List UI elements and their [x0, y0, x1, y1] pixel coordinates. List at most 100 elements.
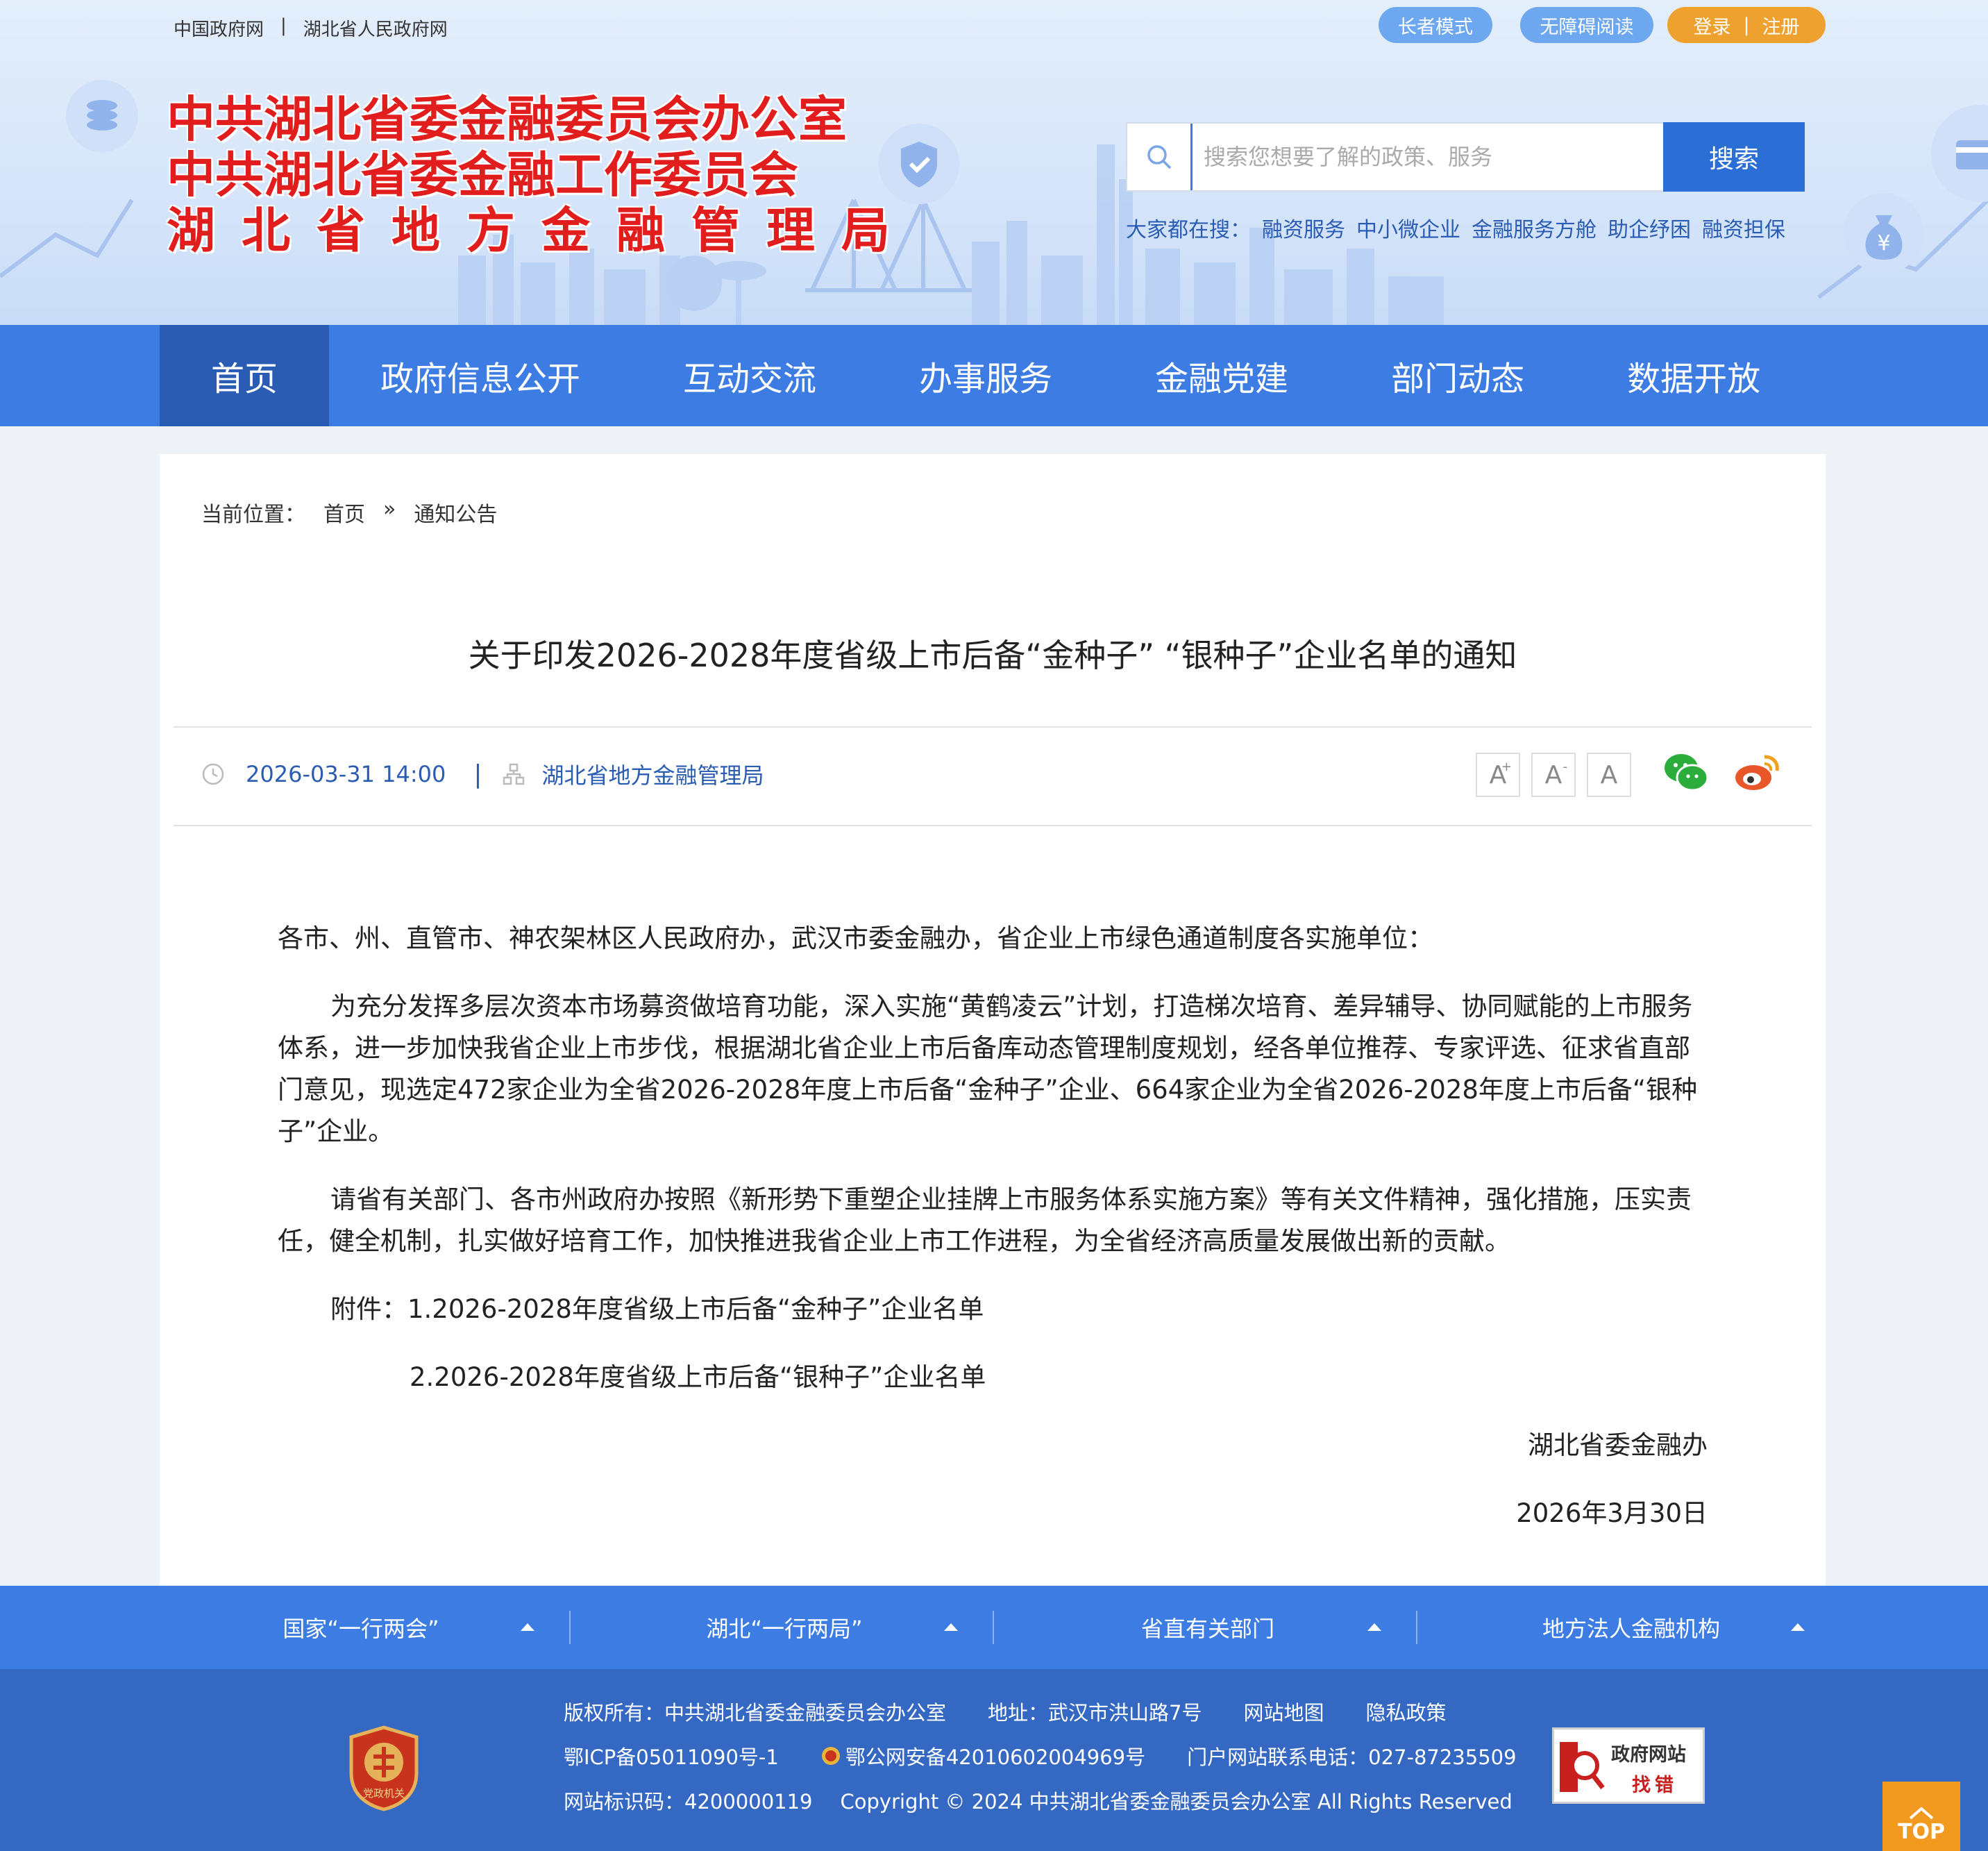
caret-up-icon	[1367, 1623, 1381, 1631]
sitemap-link[interactable]: 网站地图	[1243, 1697, 1324, 1726]
attachment-link[interactable]: 附件：1.2026-2028年度省级上市后备“金种子”企业名单	[278, 1289, 1708, 1330]
caret-up-icon	[1791, 1623, 1805, 1631]
breadcrumb-label: 当前位置：	[201, 503, 305, 527]
font-default-button[interactable]: A	[1587, 753, 1631, 797]
login-link[interactable]: 登录	[1693, 12, 1730, 39]
money-bag-icon: ¥	[1844, 193, 1924, 274]
top-link-separator: |	[280, 15, 287, 36]
footer-dropdown-provincial[interactable]: 省直有关部门	[1006, 1586, 1409, 1669]
copyright: 版权所有：中共湖北省委金融委员会办公室	[564, 1701, 947, 1725]
weibo-icon[interactable]	[1733, 751, 1781, 793]
divider	[174, 726, 1812, 728]
article-meta: 2026-03-31 14:00 | 湖北省地方金融管理局	[201, 750, 764, 798]
divider	[1416, 1611, 1417, 1644]
card-icon	[1931, 105, 1988, 202]
publish-datetime: 2026-03-31 14:00	[246, 761, 446, 787]
font-smaller-label: A	[1544, 760, 1562, 789]
hot-search-label: 大家都在搜：	[1126, 218, 1251, 242]
site-logo[interactable]: 中共湖北省委金融委员会办公室 中共湖北省委金融工作委员会 湖北省地方金融管理局	[167, 92, 916, 258]
search-input[interactable]	[1193, 124, 1663, 190]
footer-dropdown-label: 湖北“一行两局”	[706, 1616, 863, 1642]
footer-dropdown-hubei[interactable]: 湖北“一行两局”	[583, 1586, 986, 1669]
hot-search-item[interactable]: 融资担保	[1702, 212, 1785, 243]
nav-gov-info[interactable]: 政府信息公开	[329, 325, 632, 426]
top-link-gov-cn[interactable]: 中国政府网	[174, 15, 264, 41]
login-register-group: 登录 | 注册	[1667, 7, 1826, 43]
badge-text: 党政机关	[363, 1787, 405, 1800]
police-record-text: 鄂公网安备42010602004969号	[845, 1745, 1146, 1769]
breadcrumb-home[interactable]: 首页	[323, 497, 365, 528]
login-separator: |	[1743, 14, 1750, 36]
breadcrumb-current[interactable]: 通知公告	[414, 497, 497, 528]
zhaocuo-title: 政府网站	[1611, 1744, 1686, 1766]
address: 地址：武汉市洪山路7号	[988, 1701, 1202, 1725]
wechat-icon[interactable]	[1663, 751, 1709, 793]
hot-search-item[interactable]: 中小微企业	[1356, 212, 1460, 243]
salutation: 各市、州、直管市、神农架林区人民政府办，武汉市委金融办，省企业上市绿色通道制度各…	[278, 923, 1433, 953]
divider	[993, 1611, 994, 1644]
meta-separator: |	[473, 760, 482, 789]
nav-dept-news[interactable]: 部门动态	[1340, 325, 1576, 426]
footer-dropdown-national[interactable]: 国家“一行两会”	[160, 1586, 562, 1669]
main-nav: 首页 政府信息公开 互动交流 办事服务 金融党建 部门动态 数据开放	[0, 325, 1988, 426]
back-to-top-button[interactable]: TOP	[1882, 1782, 1960, 1851]
footer-dropdown-local-finance[interactable]: 地方法人金融机构	[1430, 1586, 1833, 1669]
nav-interaction[interactable]: 互动交流	[632, 325, 868, 426]
attachment-link[interactable]: 2.2026-2028年度省级上市后备“银种子”企业名单	[278, 1357, 1708, 1398]
police-record[interactable]: 鄂公网安备42010602004969号	[820, 1741, 1145, 1770]
logo-line-1: 中共湖北省委金融委员会办公室	[167, 91, 847, 148]
search-button[interactable]: 搜索	[1663, 122, 1805, 192]
magnifier-icon	[1560, 1742, 1605, 1792]
nav-home[interactable]: 首页	[160, 325, 329, 426]
search-bar: 搜索	[1126, 122, 1806, 192]
share-buttons	[1663, 751, 1781, 793]
coin-icon	[66, 80, 138, 152]
party-gov-badge[interactable]: 党政机关	[347, 1725, 421, 1812]
accessible-reading-button[interactable]: 无障碍阅读	[1520, 7, 1653, 43]
hot-search-item[interactable]: 金融服务方舱	[1472, 212, 1597, 243]
font-larger-button[interactable]: A +	[1476, 753, 1520, 797]
footer-row-3: 网站标识码：4200000119 Copyright © 2024 中共湖北省委…	[564, 1786, 1513, 1815]
font-smaller-button[interactable]: A-	[1531, 753, 1576, 797]
back-to-top-label: TOP	[1898, 1820, 1945, 1844]
top-link-hubei-gov[interactable]: 湖北省人民政府网	[303, 15, 448, 41]
footer-dropdown-label: 地方法人金融机构	[1542, 1616, 1720, 1642]
site-header: 中国政府网 | 湖北省人民政府网 长者模式 无障碍阅读 登录 | 注册 ¥ 中共…	[0, 0, 1988, 325]
divider	[174, 825, 1812, 826]
icp-link[interactable]: 鄂ICP备05011090号-1	[564, 1741, 779, 1770]
clock-icon	[202, 763, 224, 785]
chevron-up-icon	[1909, 1807, 1934, 1820]
elder-mode-button[interactable]: 长者模式	[1379, 7, 1492, 43]
breadcrumb: 当前位置： 首页 » 通知公告	[201, 497, 497, 528]
nav-party[interactable]: 金融党建	[1104, 325, 1340, 426]
divider	[569, 1611, 571, 1644]
top-links: 中国政府网 | 湖北省人民政府网	[174, 15, 448, 41]
nav-open-data[interactable]: 数据开放	[1576, 325, 1812, 426]
hot-search-item[interactable]: 融资服务	[1262, 212, 1345, 243]
zhaocuo-subtitle: 找错	[1632, 1775, 1678, 1796]
sign-date: 2026年3月30日	[1516, 1498, 1708, 1528]
hot-search-item[interactable]: 助企纾困	[1608, 212, 1691, 243]
search-box	[1126, 122, 1663, 192]
hot-search: 大家都在搜： 融资服务 中小微企业 金融服务方舱 助企纾困 融资担保	[1126, 212, 1785, 243]
nav-services[interactable]: 办事服务	[868, 325, 1104, 426]
privacy-link[interactable]: 隐私政策	[1365, 1697, 1446, 1726]
footer-dropdown-label: 省直有关部门	[1140, 1616, 1274, 1642]
svg-text:¥: ¥	[1877, 231, 1890, 256]
footer-row-1: 版权所有：中共湖北省委金融委员会办公室 地址：武汉市洪山路7号 网站地图 隐私政…	[564, 1697, 1447, 1726]
footer-link-bar: 国家“一行两会” 湖北“一行两局” 省直有关部门 地方法人金融机构	[0, 1586, 1988, 1669]
gov-site-error-report[interactable]: 政府网站 找错	[1552, 1727, 1705, 1804]
caret-up-icon	[944, 1623, 958, 1631]
org-icon	[503, 763, 524, 785]
paragraph: 为充分发挥多层次资本市场募资做培育功能，深入实施“黄鹤凌云”计划，打造梯次培育、…	[278, 991, 1698, 1146]
contact-phone: 门户网站联系电话：027-87235509	[1187, 1745, 1517, 1769]
caret-up-icon	[521, 1623, 534, 1631]
register-link[interactable]: 注册	[1762, 12, 1800, 39]
article-card: 当前位置： 首页 » 通知公告 关于印发2026-2028年度省级上市后备“金种…	[160, 454, 1826, 1586]
font-size-controls: A + A- A	[1476, 753, 1631, 797]
site-footer: 党政机关 版权所有：中共湖北省委金融委员会办公室 地址：武汉市洪山路7号 网站地…	[0, 1669, 1988, 1851]
breadcrumb-separator: »	[383, 497, 396, 521]
footer-dropdown-label: 国家“一行两会”	[283, 1616, 439, 1642]
article-source: 湖北省地方金融管理局	[541, 762, 764, 789]
article-title: 关于印发2026-2028年度省级上市后备“金种子” “银种子”企业名单的通知	[468, 637, 1517, 674]
